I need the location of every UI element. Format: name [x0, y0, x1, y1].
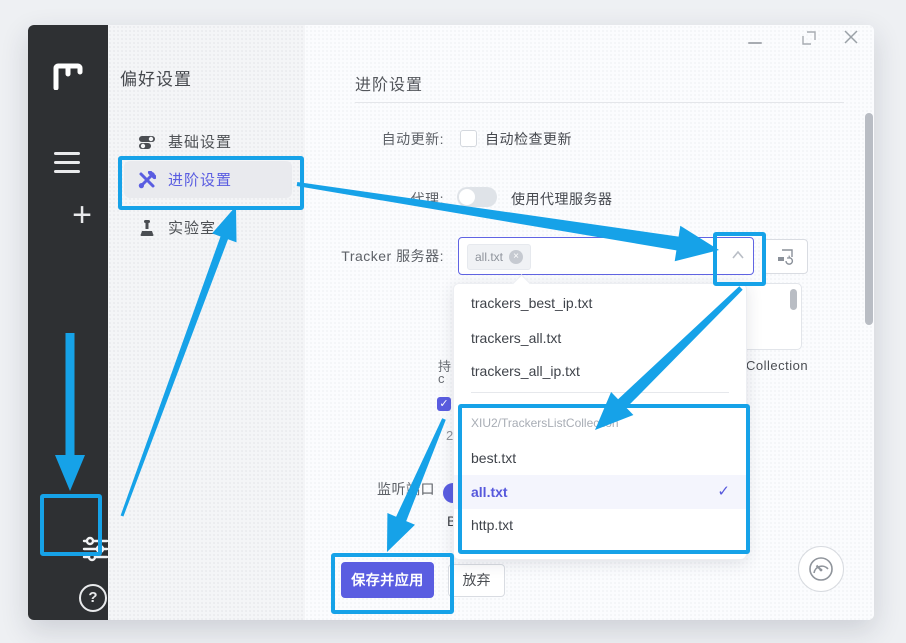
proxy-toggle-text: 使用代理服务器 — [511, 189, 613, 209]
sync-tracker-button[interactable] — [763, 239, 808, 274]
proxy-label: 代理: — [411, 189, 444, 209]
dropdown-item[interactable]: trackers_best_ip.txt — [454, 286, 746, 320]
nav-item-label: 基础设置 — [168, 131, 232, 152]
screenshot-canvas: + ? 偏好设置 基础设置 — [0, 0, 906, 643]
title-divider — [355, 102, 844, 103]
preferences-nav: 偏好设置 基础设置 进阶设置 — [108, 25, 305, 620]
selected-tag: all.txt × — [467, 244, 531, 270]
listen-port-label: 监听端口 — [377, 479, 435, 499]
help-link-fragment[interactable]: Collection — [746, 358, 808, 373]
auto-check-update-checkbox[interactable] — [460, 130, 477, 147]
dropdown-divider — [471, 392, 729, 393]
lab-icon — [138, 219, 156, 237]
maximize-button[interactable] — [801, 30, 817, 46]
discard-button[interactable]: 放弃 — [448, 564, 505, 597]
tracker-server-label: Tracker 服务器: — [341, 246, 444, 266]
highlight-advanced-tab — [118, 156, 304, 210]
checked-checkbox-fragment[interactable]: ✓ — [437, 397, 451, 411]
minimize-button[interactable] — [748, 42, 762, 44]
tracker-source-select[interactable]: all.txt × — [458, 237, 754, 275]
tag-remove-icon[interactable]: × — [509, 250, 523, 264]
dropdown-item[interactable]: trackers_all_ip.txt — [454, 354, 746, 388]
sync-icon — [777, 248, 794, 265]
nav-item-basic[interactable]: 基础设置 — [124, 123, 292, 160]
nav-title: 偏好设置 — [120, 65, 192, 90]
textarea-scrollbar[interactable] — [790, 289, 797, 310]
highlight-save-button — [331, 553, 454, 614]
auto-update-label: 自动更新: — [382, 129, 444, 149]
page-title: 进阶设置 — [355, 71, 423, 95]
speed-gauge-button[interactable] — [798, 546, 844, 592]
main-scrollbar[interactable] — [865, 113, 873, 325]
add-task-icon[interactable]: + — [72, 200, 92, 230]
text-sliver-2: c — [438, 371, 454, 386]
basic-settings-icon — [138, 133, 156, 151]
app-logo-icon — [52, 62, 84, 90]
task-list-icon[interactable] — [54, 152, 80, 179]
highlight-preferences-icon — [40, 494, 102, 556]
auto-check-update-text[interactable]: 自动检查更新 — [485, 129, 572, 149]
gauge-icon — [808, 556, 834, 582]
tag-label: all.txt — [475, 250, 503, 264]
dropdown-item[interactable]: trackers_all.txt — [454, 321, 746, 355]
highlight-collapse-chevron — [713, 232, 766, 286]
proxy-toggle[interactable] — [457, 187, 497, 207]
nav-item-label: 实验室 — [168, 217, 216, 238]
nav-item-lab[interactable]: 实验室 — [124, 209, 292, 246]
help-icon[interactable]: ? — [79, 584, 107, 612]
highlight-dropdown-group — [458, 404, 750, 554]
close-button[interactable] — [842, 28, 860, 46]
